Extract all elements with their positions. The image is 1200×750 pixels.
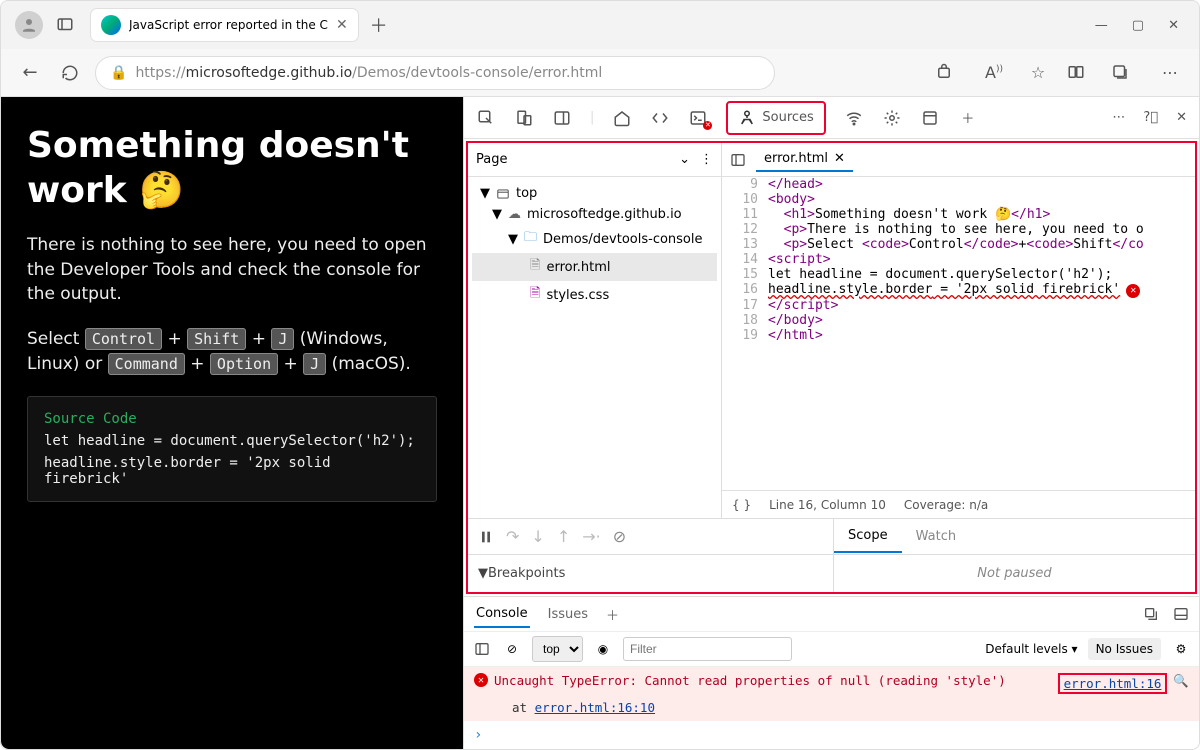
scope-tab[interactable]: Scope [834,520,902,553]
page-heading: Something doesn't work 🤔 [27,123,437,213]
console-sidebar-icon[interactable] [472,639,492,659]
sources-panel: Page ⌄ ⋮ ▼top ▼☁microsoftedge.github.io … [466,141,1197,594]
clear-console-icon[interactable]: ⊘ [502,639,522,659]
devtools-panel: | ✕ Sources ＋ ⋯ ?⃝ ✕ [463,97,1199,749]
inspect-icon[interactable] [476,108,496,128]
drawer-dock-icon[interactable] [1173,606,1189,622]
editor-status-bar: { } Line 16, Column 10 Coverage: n/a [722,490,1195,518]
browser-tab[interactable]: JavaScript error reported in the C ✕ [91,9,358,41]
breakpoints-section[interactable]: ▼ Breakpoints [468,555,834,592]
close-file-icon[interactable]: ✕ [834,151,845,166]
drawer-console-tab[interactable]: Console [474,601,530,628]
not-paused-label: Not paused [834,555,1195,592]
error-marker-icon[interactable]: ✕ [1126,284,1140,298]
drawer-issues-tab[interactable]: Issues [548,607,588,622]
deactivate-breakpoints-icon[interactable]: ⊘ [613,527,626,546]
more-tabs-icon[interactable]: ＋ [958,108,978,128]
console-tab-icon[interactable]: ✕ [688,108,708,128]
devtools-close-icon[interactable]: ✕ [1176,110,1187,125]
console-prompt[interactable]: › [464,721,1199,749]
watch-tab[interactable]: Watch [902,521,970,552]
console-settings-icon[interactable]: ⚙ [1171,639,1191,659]
log-levels-dropdown[interactable]: Default levels ▾ [985,642,1077,656]
pause-icon[interactable] [478,529,494,545]
step-out-icon[interactable]: ↑ [557,527,570,546]
close-window-button[interactable]: ✕ [1168,18,1179,33]
profile-avatar[interactable] [15,11,43,39]
devtools-toolbar: | ✕ Sources ＋ ⋯ ?⃝ ✕ [464,97,1199,139]
frame-icon [496,187,510,201]
step-into-icon[interactable]: ↓ [531,527,544,546]
navigator-pane: Page ⌄ ⋮ ▼top ▼☁microsoftedge.github.io … [468,143,722,518]
context-select[interactable]: top [532,636,583,662]
title-bar: JavaScript error reported in the C ✕ ＋ —… [1,1,1199,49]
search-icon[interactable]: 🔍 [1173,673,1189,694]
dock-toggle-icon[interactable] [552,108,572,128]
sources-tab[interactable]: Sources [726,101,825,135]
back-button[interactable]: ← [15,58,45,88]
chevron-down-icon[interactable]: ⌄ [679,152,690,167]
step-icon[interactable]: →· [582,527,601,546]
device-emulation-icon[interactable] [514,108,534,128]
drawer-detach-icon[interactable] [1143,606,1159,622]
address-bar: ← 🔒 https://microsoftedge.github.io/Demo… [1,49,1199,97]
read-aloud-icon[interactable]: A)) [979,63,1009,82]
error-badge-icon: ✕ [474,673,488,687]
menu-icon[interactable]: ⋯ [1155,63,1185,82]
console-error-stack: at error.html:16:10 [464,700,1199,721]
file-tab-error-html[interactable]: error.html ✕ [756,147,853,172]
file-icon: 🗎 [530,256,540,278]
coverage-status: Coverage: n/a [904,498,988,512]
editor-tabs: error.html ✕ [722,143,1195,177]
url-field[interactable]: 🔒 https://microsoftedge.github.io/Demos/… [95,56,775,90]
error-source-link[interactable]: error.html:16 [1064,676,1162,691]
page-pane-label[interactable]: Page [476,152,507,167]
toggle-navigator-icon[interactable] [728,150,748,170]
no-issues-badge[interactable]: No Issues [1088,638,1161,660]
code-editor[interactable]: 9</head> 10<body> 11 <h1>Something doesn… [722,177,1195,490]
console-filter-bar: ⊘ top ◉ Default levels ▾ No Issues ⚙ [464,631,1199,667]
more-options-icon[interactable]: ⋮ [700,152,713,167]
minimize-button[interactable]: — [1095,18,1108,33]
page-paragraph-1: There is nothing to see here, you need t… [27,233,437,307]
workspaces-icon[interactable] [49,9,81,41]
tree-file-styles-css[interactable]: 🗎styles.css [472,281,717,309]
tab-close-icon[interactable]: ✕ [336,17,348,33]
braces-icon[interactable]: { } [732,498,751,512]
elements-tab-icon[interactable] [650,108,670,128]
refresh-button[interactable] [55,58,85,88]
split-screen-icon[interactable] [1067,63,1097,82]
application-tab-icon[interactable] [920,108,940,128]
filter-input[interactable] [623,637,792,661]
help-icon[interactable]: ?⃝ [1143,110,1158,125]
debugger-controls: ↷ ↓ ↑ →· ⊘ [468,519,834,554]
file-tree[interactable]: ▼top ▼☁microsoftedge.github.io ▼🗀Demos/d… [468,177,721,315]
drawer-add-tab-icon[interactable]: ＋ [606,605,619,624]
tree-file-error-html[interactable]: 🗎error.html [472,253,717,281]
page-paragraph-2: Select Control + Shift + J (Windows, Lin… [27,327,437,376]
maximize-button[interactable]: ▢ [1132,18,1144,33]
folder-icon: 🗀 [524,228,537,250]
welcome-tab-icon[interactable] [612,108,632,128]
console-drawer: Console Issues ＋ ⊘ top ◉ Default levels … [464,596,1199,749]
collections-icon[interactable] [1111,63,1141,82]
lock-icon: 🔒 [110,65,127,81]
devtools-menu-icon[interactable]: ⋯ [1112,110,1125,125]
favorite-icon[interactable]: ☆ [1023,63,1053,82]
edge-favicon-icon [101,15,121,35]
performance-tab-icon[interactable] [882,108,902,128]
file-icon: 🗎 [530,284,540,306]
tab-title: JavaScript error reported in the C [129,18,328,32]
step-over-icon[interactable]: ↷ [506,527,519,546]
live-expression-icon[interactable]: ◉ [593,639,613,659]
shopping-icon[interactable] [935,63,965,82]
console-error-message[interactable]: ✕ Uncaught TypeError: Cannot read proper… [464,667,1199,700]
stack-link[interactable]: error.html:16:10 [535,700,655,715]
cloud-icon: ☁ [508,207,521,222]
new-tab-button[interactable]: ＋ [370,12,388,38]
source-code-box: Source Code let headline = document.quer… [27,396,437,502]
cursor-position: Line 16, Column 10 [769,498,886,512]
page-content: Something doesn't work 🤔 There is nothin… [1,97,463,749]
network-tab-icon[interactable] [844,108,864,128]
